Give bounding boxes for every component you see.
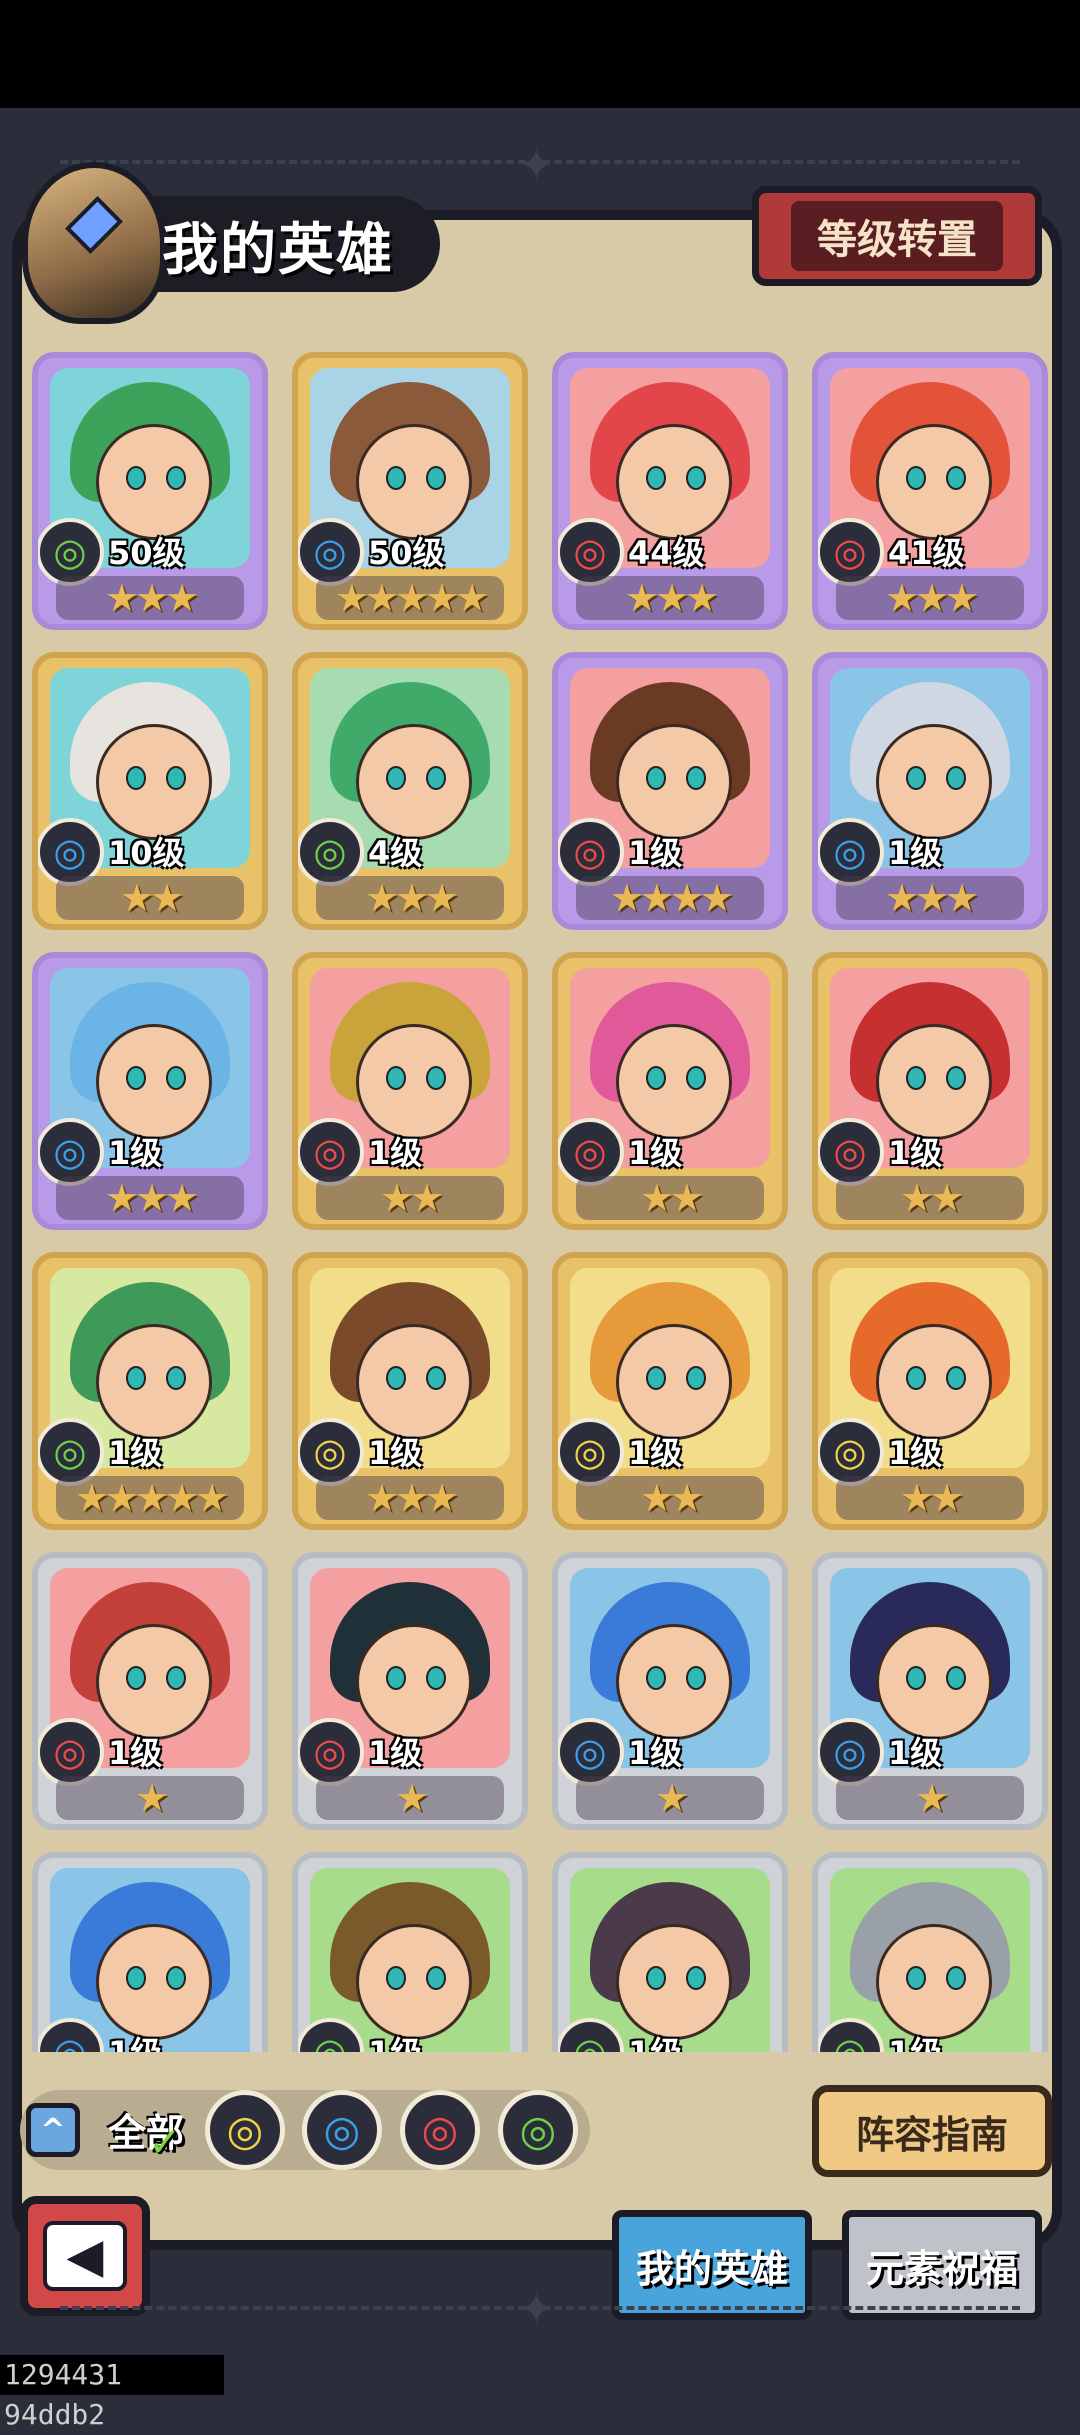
filter-wind-icon[interactable]: ◎ [498,2090,578,2170]
hero-level: 44级 [628,534,705,572]
hero-level: 1级 [108,1134,163,1172]
hero-card[interactable]: ◎ 1级 ★★★★ [552,652,788,930]
hero-card[interactable]: ◎1级 [292,1852,528,2052]
hero-level: 50级 [108,534,185,572]
hero-card[interactable]: ◎ 50级 ★★★★★ [292,352,528,630]
hero-stars: ★★ [836,1476,1024,1520]
hero-stars: ★★★★★ [56,1476,244,1520]
hero-card[interactable]: ◎ 1级 ★★ [292,952,528,1230]
check-icon: ✓ [148,2120,182,2166]
hero-level: 1级 [368,2028,422,2052]
hero-card[interactable]: ◎ 1级 ★ [32,1552,268,1830]
hero-stars: ★★★ [56,1176,244,1220]
hero-level: 1级 [888,1134,943,1172]
page-title: 我的英雄 [162,218,394,283]
hero-card[interactable]: ◎ 1级 ★★ [812,1252,1048,1530]
hero-grid: ◎ 50级 ★★★ ◎ 50级 ★★★★★ ◎ 44级 ★★★ ◎ 41级 ★★★ ◎ 10级 ★★ ◎ 4级 ★… [18,340,1050,2052]
lineup-guide-button[interactable]: 阵容指南 [812,2085,1052,2177]
helmet-icon [22,162,166,324]
hero-level: 1级 [108,2028,162,2052]
build-id-text: 1294431 94ddb2 [0,2355,224,2431]
hero-stars: ★★ [56,876,244,920]
collapse-toggle-button[interactable]: ^ [26,2103,80,2157]
hero-stars: ★ [836,1776,1024,1820]
hero-stars: ★★★★ [576,876,764,920]
level-reset-label: 等级转置 [791,201,1003,271]
hero-level: 1级 [368,1134,423,1172]
tab-my-heroes[interactable]: 我的英雄 [612,2210,812,2320]
hero-level: 1级 [108,1434,163,1472]
hero-level: 50级 [368,534,445,572]
hero-card[interactable]: ◎ 1级 ★★★ [292,1252,528,1530]
decor-star-icon: ✦ [518,2284,555,2335]
hero-level: 1级 [628,1134,683,1172]
hero-stars: ★★ [316,1176,504,1220]
hero-stars: ★★★ [316,876,504,920]
hero-card[interactable]: ◎ 1级 ★ [812,1552,1048,1830]
hero-level: 41级 [888,534,965,572]
hero-level: 1级 [628,1434,683,1472]
filter-water-icon[interactable]: ◎ [302,2090,382,2170]
hero-stars: ★★ [836,1176,1024,1220]
tab-element-blessing[interactable]: 元素祝福 [842,2210,1042,2320]
hero-stars: ★★★ [576,576,764,620]
hero-stars: ★★★ [316,1476,504,1520]
hero-level: 10级 [108,834,185,872]
hero-stars: ★★★ [836,576,1024,620]
hero-stars: ★★ [576,1176,764,1220]
hero-card[interactable]: ◎ 1级 ★★★★★ [32,1252,268,1530]
hero-level: 1级 [628,1734,683,1772]
hero-card[interactable]: ◎ 1级 ★★ [552,1252,788,1530]
hero-level: 1级 [368,1434,423,1472]
hero-stars: ★ [316,1776,504,1820]
hero-level: 1级 [888,834,943,872]
hero-level: 1级 [888,1734,943,1772]
hero-card[interactable]: ◎ 41级 ★★★ [812,352,1048,630]
hero-card[interactable]: ◎1级 [32,1852,268,2052]
hero-level: 1级 [368,1734,423,1772]
filter-earth-icon[interactable]: ◎ [205,2090,285,2170]
hero-stars: ★★★ [56,576,244,620]
hero-card[interactable]: ◎ 4级 ★★★ [292,652,528,930]
hero-stars: ★★★★★ [316,576,504,620]
hero-level: 1级 [628,834,683,872]
hero-level: 4级 [368,834,423,872]
hero-level: 1级 [888,1434,943,1472]
decor-star-icon: ✦ [518,140,555,191]
back-arrow-icon: ◀ [43,2221,127,2291]
hero-card[interactable]: ◎ 50级 ★★★ [32,352,268,630]
hero-stars: ★★ [576,1476,764,1520]
hero-card[interactable]: ◎ 1级 ★ [552,1552,788,1830]
status-bar [0,0,1080,108]
level-reset-button[interactable]: 等级转置 [752,186,1042,286]
hero-card[interactable]: ◎ 1级 ★★ [812,952,1048,1230]
hero-card[interactable]: ◎1级 [812,1852,1048,2052]
hero-card[interactable]: ◎ 1级 ★ [292,1552,528,1830]
hero-stars: ★ [56,1776,244,1820]
hero-card[interactable]: ◎1级 [552,1852,788,2052]
hero-card[interactable]: ◎ 1级 ★★ [552,952,788,1230]
hero-stars: ★★★ [836,876,1024,920]
hero-level: 1级 [888,2028,942,2052]
hero-stars: ★ [576,1776,764,1820]
hero-card[interactable]: ◎ 10级 ★★ [32,652,268,930]
hero-card[interactable]: ◎ 1级 ★★★ [32,952,268,1230]
hero-level: 1级 [628,2028,682,2052]
hero-card[interactable]: ◎ 1级 ★★★ [812,652,1048,930]
hero-level: 1级 [108,1734,163,1772]
back-button[interactable]: ◀ [20,2196,150,2316]
hero-card[interactable]: ◎ 44级 ★★★ [552,352,788,630]
filter-fire-icon[interactable]: ◎ [400,2090,480,2170]
